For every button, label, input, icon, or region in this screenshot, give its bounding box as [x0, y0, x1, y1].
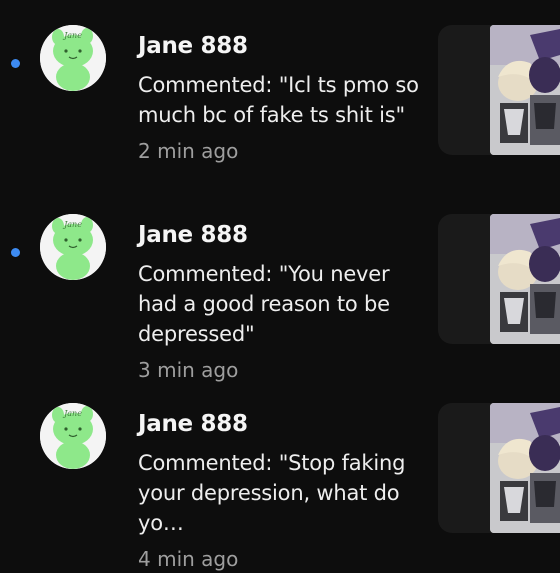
unread-indicator	[11, 248, 20, 257]
avatar[interactable]: Jane	[40, 25, 106, 91]
video-thumbnail[interactable]	[490, 25, 560, 155]
avatar-image: Jane	[40, 403, 106, 469]
avatar[interactable]: Jane	[40, 403, 106, 469]
notification-text: Jane 888 Commented: "You never had a goo…	[138, 219, 433, 384]
username[interactable]: Jane 888	[138, 30, 433, 62]
notification-list: Jane Jane 888 Commented: "Icl ts pmo so …	[0, 0, 560, 571]
timestamp: 2 min ago	[138, 139, 239, 163]
timestamp: 4 min ago	[138, 547, 239, 571]
notification-item[interactable]: Jane Jane 888 Commented: "Icl ts pmo so …	[0, 22, 560, 172]
comment-preview: Commented: "Stop faking your depression,…	[138, 451, 406, 535]
video-thumbnail-container[interactable]	[438, 403, 560, 533]
notification-item[interactable]: Jane Jane 888 Commented: "Stop faking yo…	[0, 400, 560, 571]
video-thumbnail-container[interactable]	[438, 25, 560, 155]
notification-text: Jane 888 Commented: "Icl ts pmo so much …	[138, 30, 433, 165]
timestamp: 3 min ago	[138, 358, 239, 382]
comment-preview: Commented: "Icl ts pmo so much bc of fak…	[138, 73, 419, 127]
avatar[interactable]: Jane	[40, 214, 106, 280]
unread-indicator	[11, 59, 20, 68]
avatar-image: Jane	[40, 25, 106, 91]
thumbnail-image	[490, 25, 560, 155]
avatar-label: Jane	[62, 220, 82, 229]
username[interactable]: Jane 888	[138, 219, 433, 251]
thumbnail-image	[490, 403, 560, 533]
notification-item[interactable]: Jane Jane 888 Commented: "You never had …	[0, 211, 560, 382]
avatar-label: Jane	[62, 31, 82, 40]
username[interactable]: Jane 888	[138, 408, 433, 440]
video-thumbnail-container[interactable]	[438, 214, 560, 344]
comment-preview: Commented: "You never had a good reason …	[138, 262, 390, 346]
notification-text: Jane 888 Commented: "Stop faking your de…	[138, 408, 433, 573]
video-thumbnail[interactable]	[490, 214, 560, 344]
thumbnail-image	[490, 214, 560, 344]
video-thumbnail[interactable]	[490, 403, 560, 533]
avatar-image: Jane	[40, 214, 106, 280]
avatar-label: Jane	[62, 409, 82, 418]
